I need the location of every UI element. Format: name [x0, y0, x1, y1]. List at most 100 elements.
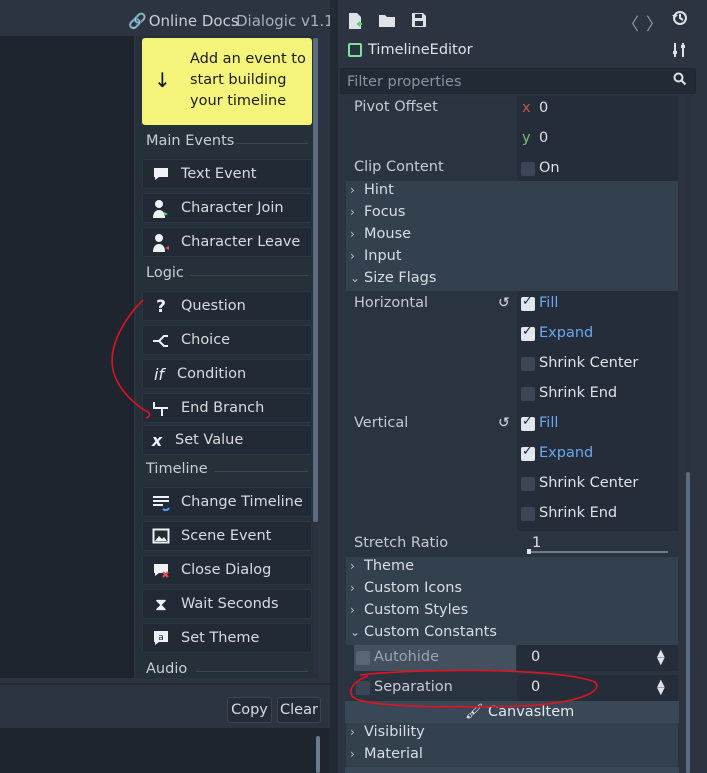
divider: [190, 275, 308, 276]
group-input[interactable]: › Input: [346, 247, 678, 269]
online-docs-link[interactable]: 🔗 Online Docs: [128, 12, 239, 30]
group-material-label: Material: [364, 746, 423, 762]
expand-checkbox[interactable]: [521, 324, 535, 341]
version-label: Dialogic v1.1: [236, 12, 334, 30]
history-back-icon[interactable]: 〈: [622, 10, 639, 35]
group-custom-styles[interactable]: › Custom Styles: [346, 601, 678, 623]
filter-properties-field[interactable]: [340, 68, 696, 94]
character-leave-button[interactable]: Character Leave: [142, 227, 312, 257]
end-branch-label: End Branch: [181, 400, 265, 416]
revert-icon[interactable]: ↺: [498, 295, 510, 311]
canvas-item-category[interactable]: 🖌 CanvasItem: [345, 701, 679, 723]
character-join-button[interactable]: Character Join: [142, 193, 312, 223]
clip-content-field[interactable]: On: [517, 156, 678, 182]
group-mouse[interactable]: › Mouse: [346, 225, 678, 247]
autohide-label: Autohide: [374, 649, 440, 665]
vertical-flags: Fill Expand Shrink Center Shrink End: [517, 411, 678, 531]
character-join-label: Character Join: [181, 200, 284, 216]
brush-icon: 🖌: [465, 704, 484, 720]
object-history-icon[interactable]: [672, 10, 688, 30]
shrink-center-checkbox[interactable]: [521, 357, 535, 371]
autohide-override-checkbox[interactable]: [356, 651, 370, 665]
dock-splitter[interactable]: [330, 0, 338, 773]
autohide-value: 0: [531, 649, 541, 665]
separation-spinbox[interactable]: 0 ▲ ▼: [517, 675, 678, 701]
stretch-ratio-slider[interactable]: [527, 551, 668, 553]
divider: [196, 671, 308, 672]
online-docs-label: Online Docs: [148, 12, 239, 30]
pivot-offset-y-field[interactable]: y 0: [517, 126, 678, 156]
scene-event-button[interactable]: Scene Event: [142, 521, 312, 551]
stretch-ratio-value[interactable]: 1: [532, 535, 541, 551]
events-scrollbar[interactable]: [313, 38, 318, 522]
fill-checkbox[interactable]: [521, 294, 535, 311]
group-focus[interactable]: › Focus: [346, 203, 678, 225]
group-focus-label: Focus: [364, 204, 406, 220]
control-node-icon: [348, 43, 362, 57]
pivot-offset-label: Pivot Offset: [354, 99, 438, 115]
shrink-end-checkbox[interactable]: [521, 387, 535, 401]
group-material[interactable]: › Material: [346, 745, 678, 767]
variable-x-icon: x: [151, 431, 163, 450]
clear-button[interactable]: Clear: [277, 697, 321, 723]
canvas-item-label: 🖌 CanvasItem: [465, 703, 574, 720]
expand-checkbox[interactable]: [521, 444, 535, 461]
shrink-end-checkbox[interactable]: [521, 507, 535, 521]
close-dialog-button[interactable]: Close Dialog: [142, 555, 312, 585]
close-dialog-label: Close Dialog: [181, 562, 272, 578]
change-timeline-button[interactable]: Change Timeline: [142, 487, 312, 517]
pivot-offset-x-field[interactable]: x 0: [517, 96, 678, 126]
chevron-right-icon: ›: [350, 747, 355, 761]
slider-grabber[interactable]: [527, 549, 531, 554]
output-log[interactable]: [0, 728, 330, 773]
stretch-ratio-label: Stretch Ratio: [354, 535, 449, 551]
separation-override-checkbox[interactable]: [356, 681, 370, 695]
change-timeline-label: Change Timeline: [181, 494, 303, 510]
copy-button[interactable]: Copy: [227, 697, 272, 723]
set-value-button[interactable]: x Set Value: [142, 425, 312, 455]
shrink-center-checkbox[interactable]: [521, 477, 535, 491]
clip-content-value: On: [539, 160, 560, 176]
question-label: Question: [181, 298, 246, 314]
vertical-label: Vertical: [354, 415, 409, 431]
group-size-flags[interactable]: ⌄ Size Flags: [346, 269, 678, 291]
save-icon[interactable]: [410, 12, 428, 30]
spin-arrows-icon[interactable]: ▲ ▼: [657, 679, 665, 697]
group-custom-constants[interactable]: ⌄ Custom Constants: [346, 623, 678, 645]
text-event-button[interactable]: Text Event: [142, 159, 312, 189]
end-branch-button[interactable]: End Branch: [142, 393, 312, 423]
group-size-flags-label: Size Flags: [364, 270, 437, 286]
filter-properties-input[interactable]: [347, 72, 667, 92]
set-theme-button[interactable]: a Set Theme: [142, 623, 312, 653]
inspector-scrollbar[interactable]: [686, 472, 690, 773]
output-scrollbar[interactable]: [316, 736, 320, 773]
clip-content-checkbox[interactable]: [521, 162, 535, 176]
group-visibility[interactable]: › Visibility: [346, 723, 678, 745]
group-custom-icons[interactable]: › Custom Icons: [346, 579, 678, 601]
property-tools-icon[interactable]: [672, 42, 686, 62]
fill-checkbox[interactable]: [521, 414, 535, 431]
add-event-hint: ↓ Add an event to start building your ti…: [142, 38, 312, 125]
history-forward-icon[interactable]: 〉: [646, 10, 663, 35]
hint-text: Add an event to start building your time…: [190, 51, 306, 109]
arrow-down-icon: ↓: [154, 68, 171, 92]
autohide-spinbox[interactable]: 0 ▲ ▼: [517, 645, 678, 671]
spin-arrows-icon[interactable]: ▲ ▼: [657, 649, 665, 667]
choice-button[interactable]: Choice: [142, 325, 312, 355]
chevron-right-icon: ›: [350, 249, 355, 263]
group-theme[interactable]: › Theme: [346, 557, 678, 579]
svg-text:a: a: [158, 633, 164, 643]
new-resource-icon[interactable]: [346, 12, 364, 30]
fill-label: Fill: [539, 295, 559, 311]
wait-seconds-button[interactable]: ⧗ Wait Seconds: [142, 589, 312, 619]
revert-icon[interactable]: ↺: [498, 415, 510, 431]
shrink-end-label: Shrink End: [539, 385, 618, 401]
question-button[interactable]: ? Question: [142, 291, 312, 321]
group-hint[interactable]: › Hint: [346, 181, 678, 203]
chevron-right-icon: ›: [350, 227, 355, 241]
condition-button[interactable]: if Condition: [142, 359, 312, 389]
chevron-right-icon: ›: [350, 581, 355, 595]
open-folder-icon[interactable]: [378, 12, 396, 30]
y-axis-label: y: [522, 130, 531, 146]
timeline-canvas[interactable]: [0, 36, 134, 678]
